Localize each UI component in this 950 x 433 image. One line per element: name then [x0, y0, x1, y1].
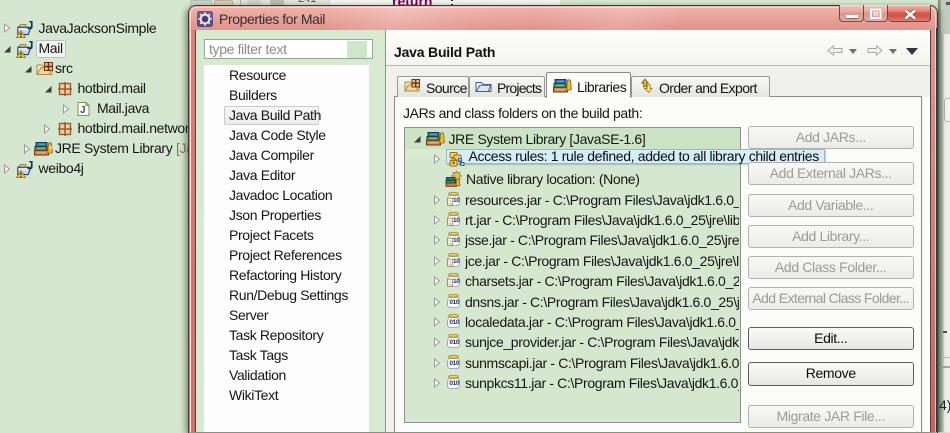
svg-text:10: 10: [453, 217, 460, 224]
svg-text:010: 010: [449, 360, 460, 367]
svg-text:010: 010: [449, 339, 460, 346]
svg-text:10: 10: [453, 237, 460, 244]
svg-text:J: J: [27, 39, 33, 53]
svg-text:010: 010: [449, 380, 460, 387]
svg-text:J: J: [80, 105, 85, 116]
svg-text:10: 10: [453, 278, 460, 285]
svg-text:010: 010: [449, 299, 460, 306]
svg-text:J: J: [27, 19, 33, 33]
svg-text:J: J: [27, 159, 33, 173]
svg-text:010: 010: [449, 319, 460, 326]
svg-text:10: 10: [453, 257, 460, 264]
svg-text:10: 10: [453, 196, 460, 203]
